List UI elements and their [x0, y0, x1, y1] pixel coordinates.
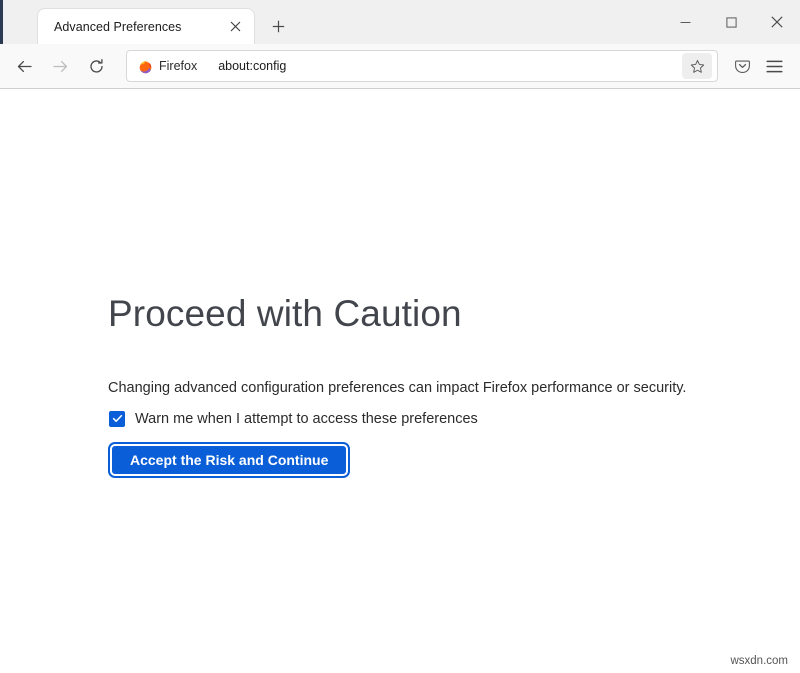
firefox-identity-badge: Firefox [131, 54, 206, 78]
page-content: Proceed with Caution Changing advanced c… [0, 89, 800, 673]
checkmark-icon [112, 413, 123, 424]
warn-me-checkbox-label: Warn me when I attempt to access these p… [135, 411, 478, 427]
warning-description: Changing advanced configuration preferen… [108, 378, 728, 398]
back-arrow-icon [16, 58, 33, 75]
warn-me-checkbox[interactable] [109, 411, 125, 427]
url-text[interactable]: about:config [206, 59, 682, 73]
hamburger-menu-icon [766, 59, 783, 74]
tab-advanced-preferences[interactable]: Advanced Preferences [38, 9, 254, 44]
maximize-icon [726, 17, 737, 28]
back-button[interactable] [8, 50, 40, 82]
about-config-warning: Proceed with Caution Changing advanced c… [108, 294, 728, 474]
close-icon[interactable] [224, 16, 246, 38]
forward-arrow-icon [52, 58, 69, 75]
reload-icon [88, 58, 105, 75]
watermark: wsxdn.com [730, 655, 788, 667]
page-title: Proceed with Caution [108, 294, 728, 335]
minimize-icon [680, 17, 691, 28]
bookmark-star-icon[interactable] [682, 53, 712, 79]
tab-bar: Advanced Preferences [0, 0, 800, 44]
navigation-toolbar: Firefox about:config [0, 44, 800, 89]
reload-button[interactable] [80, 50, 112, 82]
minimize-button[interactable] [662, 0, 708, 44]
new-tab-button[interactable] [262, 10, 294, 42]
tab-title: Advanced Preferences [54, 20, 224, 34]
pocket-icon [734, 58, 751, 75]
app-menu-button[interactable] [758, 50, 790, 82]
browser-window: Advanced Preferences [0, 0, 800, 673]
maximize-button[interactable] [708, 0, 754, 44]
pocket-save-button[interactable] [726, 50, 758, 82]
close-window-icon [771, 16, 783, 28]
address-bar[interactable]: Firefox about:config [126, 50, 718, 82]
window-controls [662, 0, 800, 44]
forward-button[interactable] [44, 50, 76, 82]
firefox-logo-icon [138, 59, 153, 74]
accept-risk-button[interactable]: Accept the Risk and Continue [112, 446, 346, 474]
close-button[interactable] [754, 0, 800, 44]
warn-me-checkbox-row[interactable]: Warn me when I attempt to access these p… [109, 411, 728, 427]
firefox-badge-label: Firefox [159, 59, 197, 73]
tab-strip: Advanced Preferences [0, 0, 294, 44]
window-left-edge [0, 0, 3, 44]
plus-icon [272, 20, 285, 33]
